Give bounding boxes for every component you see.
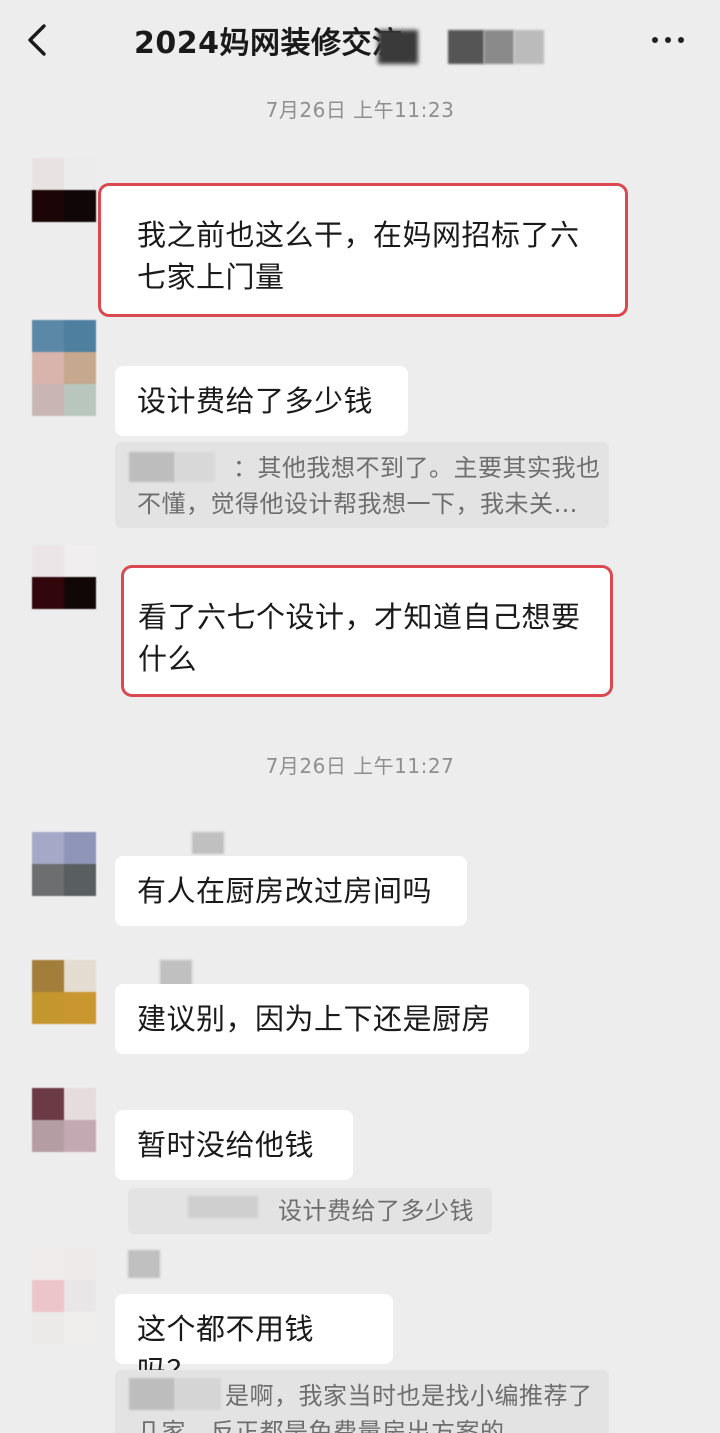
title-mosaic (484, 30, 514, 64)
timestamp: 7月26日 上午11:27 (265, 754, 455, 778)
chat-header: 2024妈网装修交流 (0, 0, 720, 82)
more-dots-icon[interactable] (648, 28, 688, 52)
title-mosaic (514, 30, 544, 64)
avatar[interactable] (32, 1248, 96, 1344)
title-mosaic (378, 30, 418, 64)
message-bubble[interactable]: 有人在厨房改过房间吗 (115, 856, 467, 926)
message-text: 建议别，因为上下还是厨房 (137, 1002, 492, 1036)
quote-text: 是啊，我家当时也是找小编推荐了几家，反正都是免费量房出方案的 (137, 1382, 593, 1433)
timestamp: 7月26日 上午11:23 (265, 98, 455, 122)
avatar[interactable] (32, 832, 96, 896)
quoted-reply[interactable]: 是啊，我家当时也是找小编推荐了几家，反正都是免费量房出方案的 (115, 1370, 609, 1433)
chat-title: 2024妈网装修交流 (134, 26, 403, 61)
sender-name-mosaic (160, 960, 192, 986)
sender-name-mosaic (192, 832, 224, 854)
message-text: 我之前也这么干，在妈网招标了六七家上门量 (137, 218, 580, 294)
message-text: 设计费给了多少钱 (137, 384, 374, 418)
quote-text: 设计费给了多少钱 (278, 1197, 474, 1225)
avatar[interactable] (32, 158, 96, 222)
message-bubble[interactable]: 建议别，因为上下还是厨房 (115, 984, 529, 1054)
quote-name-mosaic (188, 1196, 258, 1218)
message-bubble[interactable]: 暂时没给他钱 (115, 1110, 353, 1180)
message-bubble[interactable]: 看了六七个设计，才知道自己想要什么 (124, 568, 610, 694)
message-bubble[interactable]: 设计费给了多少钱 (115, 366, 408, 436)
quoted-reply[interactable]: 设计费给了多少钱 (128, 1188, 492, 1234)
message-text: 有人在厨房改过房间吗 (137, 874, 433, 908)
avatar[interactable] (32, 1088, 96, 1152)
message-text: 暂时没给他钱 (137, 1128, 315, 1162)
avatar[interactable] (32, 320, 96, 416)
sender-name-mosaic (128, 1250, 160, 1278)
message-bubble[interactable]: 我之前也这么干，在妈网招标了六七家上门量 (101, 186, 625, 314)
chevron-left-icon[interactable] (22, 22, 52, 58)
quoted-reply[interactable]: ：其他我想不到了。主要其实我也不懂，觉得他设计帮我想一下，我未关… (115, 442, 609, 528)
avatar[interactable] (32, 960, 96, 1024)
avatar[interactable] (32, 545, 96, 609)
title-mosaic (448, 30, 484, 64)
quote-text: ：其他我想不到了。主要其实我也不懂，觉得他设计帮我想一下，我未关… (137, 454, 601, 518)
message-bubble[interactable]: 这个都不用钱吗？ (115, 1294, 393, 1388)
message-text: 看了六七个设计，才知道自己想要什么 (138, 600, 581, 676)
